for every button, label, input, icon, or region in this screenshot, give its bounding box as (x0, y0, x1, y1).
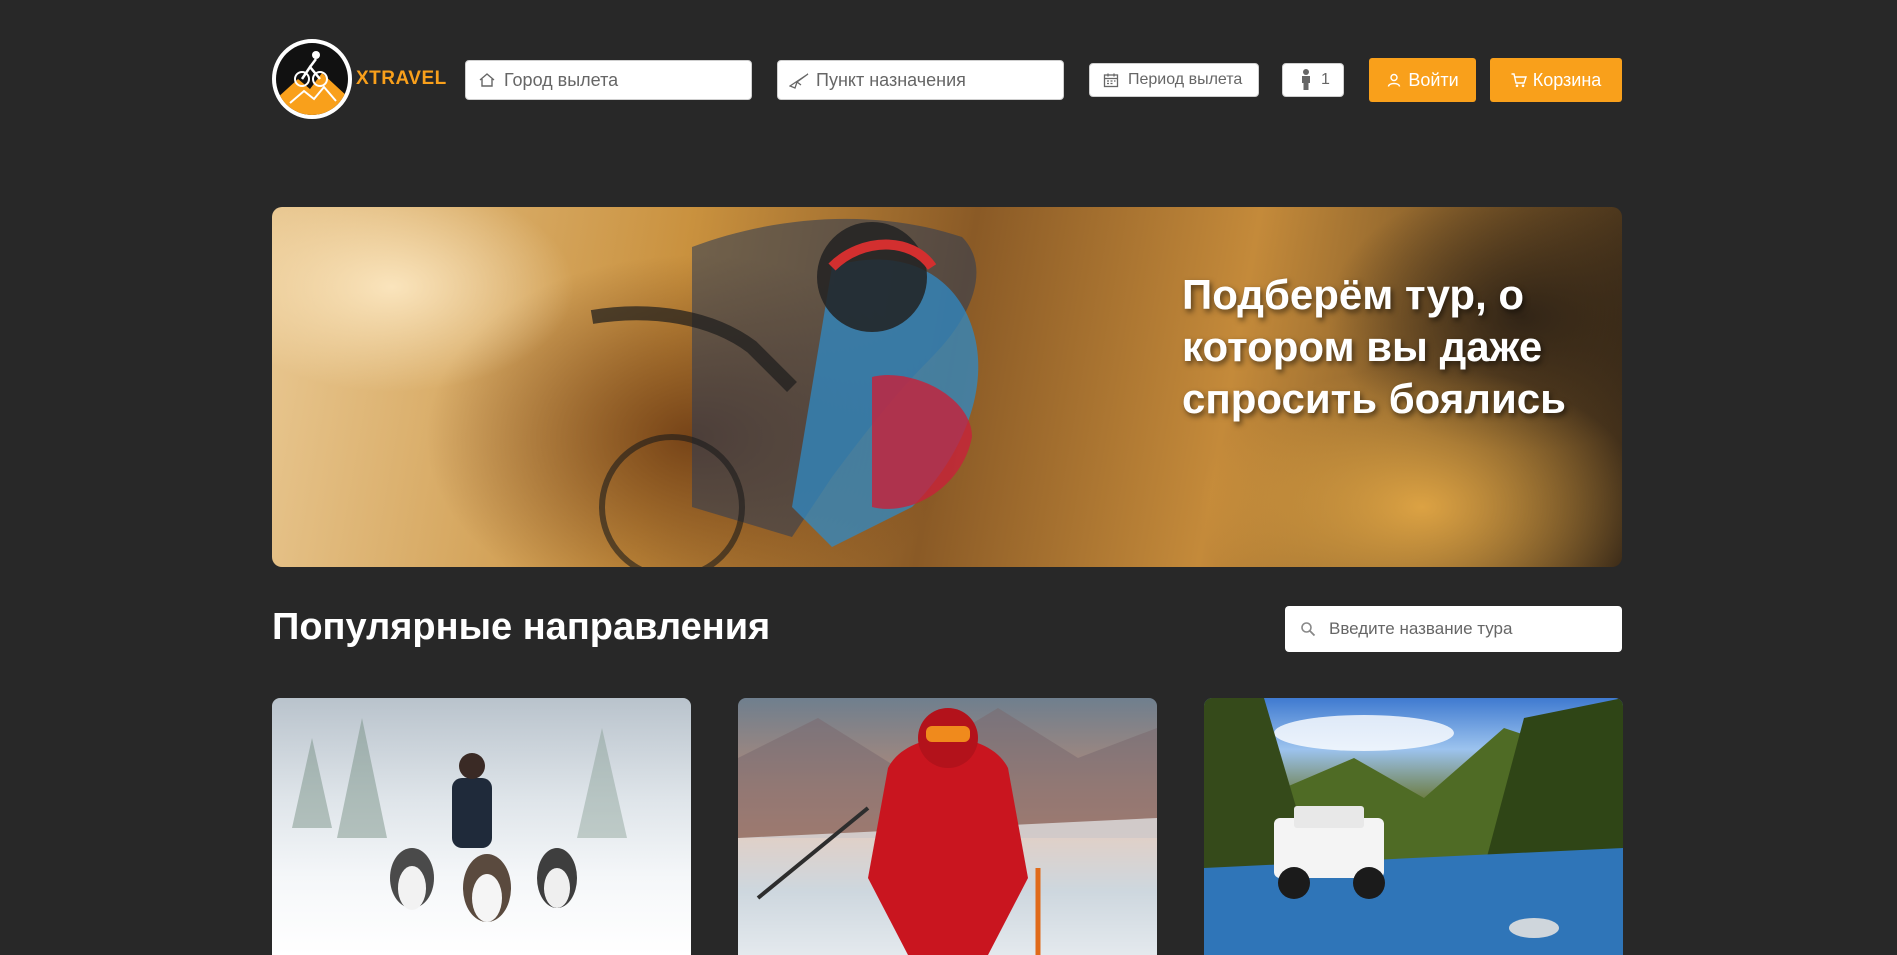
destination-card[interactable] (1204, 698, 1623, 955)
tour-search-input[interactable] (1329, 619, 1609, 639)
logo-text: XTRAVEL (356, 68, 447, 89)
login-label: Войти (1408, 69, 1459, 90)
destination-card[interactable] (738, 698, 1157, 955)
jeep-river-photo (1204, 698, 1623, 955)
home-icon (476, 69, 498, 91)
travelers-field[interactable]: 1 (1282, 63, 1344, 97)
hero-title: Подберём тур, о котором вы даже спросить… (1182, 271, 1566, 422)
page: XTRAVEL 1 (0, 0, 1897, 955)
person-icon (1295, 69, 1317, 91)
travelers-count: 1 (1321, 71, 1330, 88)
cart-button[interactable]: Корзина (1490, 58, 1622, 102)
cart-label: Корзина (1532, 69, 1602, 90)
period-field[interactable] (1089, 63, 1259, 97)
sled-dogs-photo (292, 718, 627, 922)
departure-city-field[interactable] (465, 60, 752, 100)
logo[interactable]: XTRAVEL (272, 38, 452, 120)
section-title: Популярные направления (272, 606, 771, 648)
calendar-icon (1100, 69, 1122, 91)
plane-icon (788, 69, 810, 91)
mountaineer-photo (738, 708, 1157, 955)
destination-field[interactable] (777, 60, 1064, 100)
destination-input[interactable] (816, 69, 1063, 91)
cart-icon (1511, 72, 1527, 88)
logo-badge-icon (272, 39, 352, 119)
departure-city-input[interactable] (504, 69, 751, 91)
period-input[interactable] (1128, 71, 1258, 89)
login-button[interactable]: Войти (1369, 58, 1476, 102)
header: XTRAVEL 1 (272, 38, 1622, 120)
tour-search-field[interactable] (1285, 606, 1622, 652)
user-icon (1386, 72, 1402, 88)
hero-banner: Подберём тур, о котором вы даже спросить… (272, 207, 1622, 567)
search-icon (1299, 620, 1317, 638)
destination-card[interactable] (272, 698, 691, 955)
